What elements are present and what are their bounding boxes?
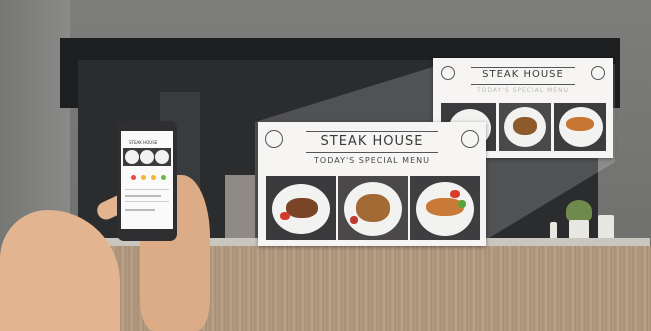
shelf-items xyxy=(225,175,255,238)
dish-photo-mushroom xyxy=(338,176,408,240)
dish-photo xyxy=(554,103,606,151)
dish-photo-steak xyxy=(266,176,336,240)
divider xyxy=(125,189,169,190)
dish-photo xyxy=(499,103,551,151)
status-dot[interactable] xyxy=(141,175,146,180)
text-line xyxy=(125,209,155,211)
status-dot[interactable] xyxy=(161,175,166,180)
title-rule xyxy=(306,131,438,132)
title-rule xyxy=(306,152,438,153)
phone-dish-thumbnails xyxy=(123,148,171,166)
plant-pot xyxy=(569,220,589,240)
phone-screen: STEAK HOUSE xyxy=(121,131,173,229)
menu-title: STEAK HOUSE xyxy=(482,69,564,80)
menu-subtitle: TODAY'S SPECIAL MENU xyxy=(477,87,569,94)
phone-screen-title: STEAK HOUSE xyxy=(129,140,158,145)
menu-display: STEAK HOUSE TODAY'S SPECIAL MENU xyxy=(258,122,486,246)
status-dot[interactable] xyxy=(151,175,156,180)
decor-vase xyxy=(598,215,614,240)
divider xyxy=(125,201,169,202)
text-line xyxy=(125,195,161,197)
photo-scene: STEAK HOUSE TODAY'S SPECIAL MENU STEAK H… xyxy=(0,0,651,331)
potted-plant xyxy=(566,200,592,222)
dish-photo-fish xyxy=(410,176,480,240)
menu-title: STEAK HOUSE xyxy=(320,134,424,149)
status-dot[interactable] xyxy=(131,175,136,180)
menu-subtitle: TODAY'S SPECIAL MENU xyxy=(314,156,430,165)
title-rule xyxy=(471,84,575,85)
title-rule xyxy=(471,67,575,68)
